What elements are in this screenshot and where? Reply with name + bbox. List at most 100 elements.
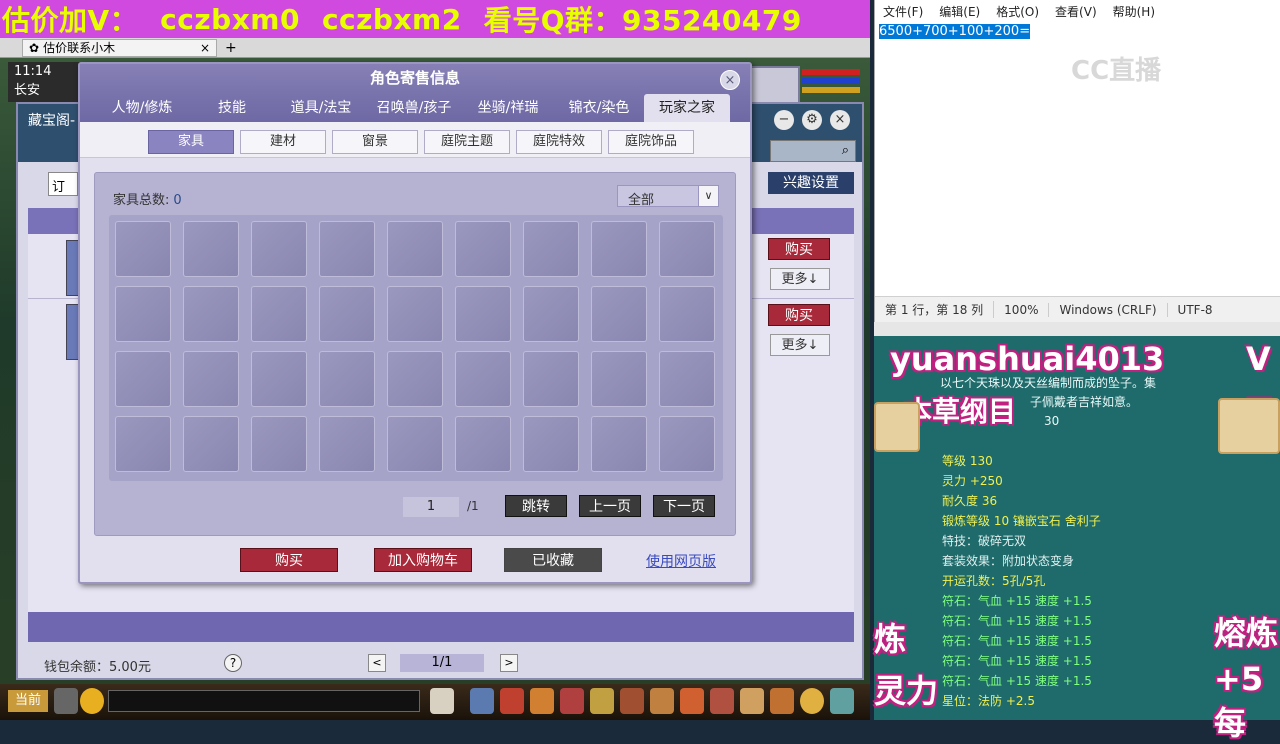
furniture-slot[interactable] bbox=[455, 221, 511, 277]
system-icon[interactable] bbox=[830, 688, 854, 714]
activity-icon[interactable] bbox=[800, 688, 824, 714]
furniture-slot[interactable] bbox=[183, 416, 239, 472]
furniture-slot[interactable] bbox=[387, 221, 443, 277]
tab-skills[interactable]: 技能 bbox=[190, 94, 274, 122]
menu-format[interactable]: 格式(O) bbox=[996, 3, 1039, 20]
attack-icon[interactable] bbox=[470, 688, 494, 714]
subtab-courtyard-theme[interactable]: 庭院主题 bbox=[424, 130, 510, 154]
favorited-button[interactable]: 已收藏 bbox=[504, 548, 602, 572]
jump-button[interactable]: 跳转 bbox=[505, 495, 567, 517]
next-page-button[interactable]: 下一页 bbox=[653, 495, 715, 517]
tab-character[interactable]: 人物/修炼 bbox=[96, 94, 188, 122]
listing-more-button[interactable]: 更多↓ bbox=[770, 334, 830, 356]
microphone-icon[interactable] bbox=[54, 688, 78, 714]
rank-icon[interactable] bbox=[770, 688, 794, 714]
furniture-slot[interactable] bbox=[183, 221, 239, 277]
settings-button[interactable]: ⚙ bbox=[802, 110, 822, 130]
furniture-slot[interactable] bbox=[251, 351, 307, 407]
next-page-icon[interactable]: > bbox=[500, 654, 518, 672]
subtab-courtyard-decor[interactable]: 庭院饰品 bbox=[608, 130, 694, 154]
chat-input[interactable] bbox=[108, 690, 420, 712]
friend-icon[interactable] bbox=[620, 688, 644, 714]
prev-page-icon[interactable]: < bbox=[368, 654, 386, 672]
minimize-button[interactable]: − bbox=[774, 110, 794, 130]
furniture-slot[interactable] bbox=[387, 286, 443, 342]
use-web-version-link[interactable]: 使用网页版 bbox=[646, 551, 716, 571]
furniture-slot[interactable] bbox=[659, 286, 715, 342]
furniture-slot[interactable] bbox=[659, 351, 715, 407]
emoji-icon[interactable] bbox=[80, 688, 104, 714]
furniture-slot[interactable] bbox=[591, 351, 647, 407]
furniture-slot[interactable] bbox=[251, 416, 307, 472]
mail-icon[interactable] bbox=[710, 688, 734, 714]
furniture-slot[interactable] bbox=[387, 416, 443, 472]
tab-mounts[interactable]: 坐骑/祥瑞 bbox=[462, 94, 554, 122]
furniture-slot[interactable] bbox=[251, 286, 307, 342]
furniture-slot[interactable] bbox=[115, 286, 171, 342]
listing-buy-button[interactable]: 购买 bbox=[768, 304, 830, 326]
furniture-slot[interactable] bbox=[455, 416, 511, 472]
furniture-slot[interactable] bbox=[455, 286, 511, 342]
tab-close-icon[interactable]: × bbox=[200, 41, 210, 55]
furniture-slot[interactable] bbox=[523, 416, 579, 472]
furniture-slot[interactable] bbox=[387, 351, 443, 407]
furniture-slot[interactable] bbox=[319, 416, 375, 472]
furniture-slot[interactable] bbox=[319, 286, 375, 342]
listing-more-button[interactable]: 更多↓ bbox=[770, 268, 830, 290]
furniture-slot[interactable] bbox=[251, 221, 307, 277]
browser-tab[interactable]: ✿ 估价联系小木 × bbox=[22, 38, 217, 57]
new-tab-button[interactable]: + bbox=[225, 40, 237, 56]
interest-settings-button[interactable]: 兴趣设置 bbox=[768, 172, 854, 194]
tab-player-home[interactable]: 玩家之家 bbox=[644, 94, 730, 122]
subtab-furniture[interactable]: 家具 bbox=[148, 130, 234, 154]
prev-page-button[interactable]: 上一页 bbox=[579, 495, 641, 517]
help-icon[interactable]: ? bbox=[224, 654, 242, 672]
furniture-slot[interactable] bbox=[115, 416, 171, 472]
tab-pets[interactable]: 召唤兽/孩子 bbox=[368, 94, 460, 122]
shop-icon[interactable] bbox=[740, 688, 764, 714]
furniture-slot[interactable] bbox=[183, 351, 239, 407]
furniture-slot[interactable] bbox=[115, 351, 171, 407]
furniture-slot[interactable] bbox=[659, 221, 715, 277]
listing-buy-button[interactable]: 购买 bbox=[768, 238, 830, 260]
pet-icon[interactable] bbox=[430, 688, 454, 714]
menu-view[interactable]: 查看(V) bbox=[1055, 3, 1097, 20]
trade-icon[interactable] bbox=[650, 688, 674, 714]
search-input[interactable]: ⌕ bbox=[770, 140, 856, 162]
tab-items[interactable]: 道具/法宝 bbox=[276, 94, 366, 122]
player-portrait[interactable] bbox=[750, 66, 800, 106]
menu-edit[interactable]: 编辑(E) bbox=[939, 3, 980, 20]
notepad-text-area[interactable]: 6500+700+100+200= bbox=[879, 24, 1031, 39]
dialog-close-button[interactable]: × bbox=[720, 70, 740, 90]
menu-file[interactable]: 文件(F) bbox=[883, 3, 923, 20]
furniture-slot[interactable] bbox=[659, 416, 715, 472]
furniture-slot[interactable] bbox=[523, 221, 579, 277]
menu-help[interactable]: 帮助(H) bbox=[1113, 3, 1155, 20]
subtab-courtyard-effects[interactable]: 庭院特效 bbox=[516, 130, 602, 154]
furniture-slot[interactable] bbox=[319, 351, 375, 407]
furniture-slot[interactable] bbox=[183, 286, 239, 342]
furniture-slot[interactable] bbox=[591, 286, 647, 342]
furniture-slot[interactable] bbox=[115, 221, 171, 277]
furniture-slot[interactable] bbox=[319, 221, 375, 277]
furniture-slot[interactable] bbox=[591, 221, 647, 277]
furniture-slot[interactable] bbox=[455, 351, 511, 407]
skill-icon[interactable] bbox=[560, 688, 584, 714]
order-filter[interactable]: 订 bbox=[48, 172, 78, 196]
window-close-button[interactable]: × bbox=[830, 110, 850, 130]
add-to-cart-button[interactable]: 加入购物车 bbox=[374, 548, 472, 572]
quest-icon[interactable] bbox=[590, 688, 614, 714]
search-icon[interactable]: ⌕ bbox=[842, 143, 849, 158]
channel-current-button[interactable]: 当前 bbox=[8, 690, 48, 712]
furniture-slot[interactable] bbox=[591, 416, 647, 472]
tab-outfits[interactable]: 锦衣/染色 bbox=[556, 94, 642, 122]
gang-icon[interactable] bbox=[680, 688, 704, 714]
subtab-window-view[interactable]: 窗景 bbox=[332, 130, 418, 154]
buy-button[interactable]: 购买 bbox=[240, 548, 338, 572]
furniture-slot[interactable] bbox=[523, 286, 579, 342]
furniture-slot[interactable] bbox=[523, 351, 579, 407]
item-icon[interactable] bbox=[500, 688, 524, 714]
chevron-down-icon[interactable]: ∨ bbox=[698, 186, 718, 206]
subtab-building-materials[interactable]: 建材 bbox=[240, 130, 326, 154]
team-icon[interactable] bbox=[530, 688, 554, 714]
